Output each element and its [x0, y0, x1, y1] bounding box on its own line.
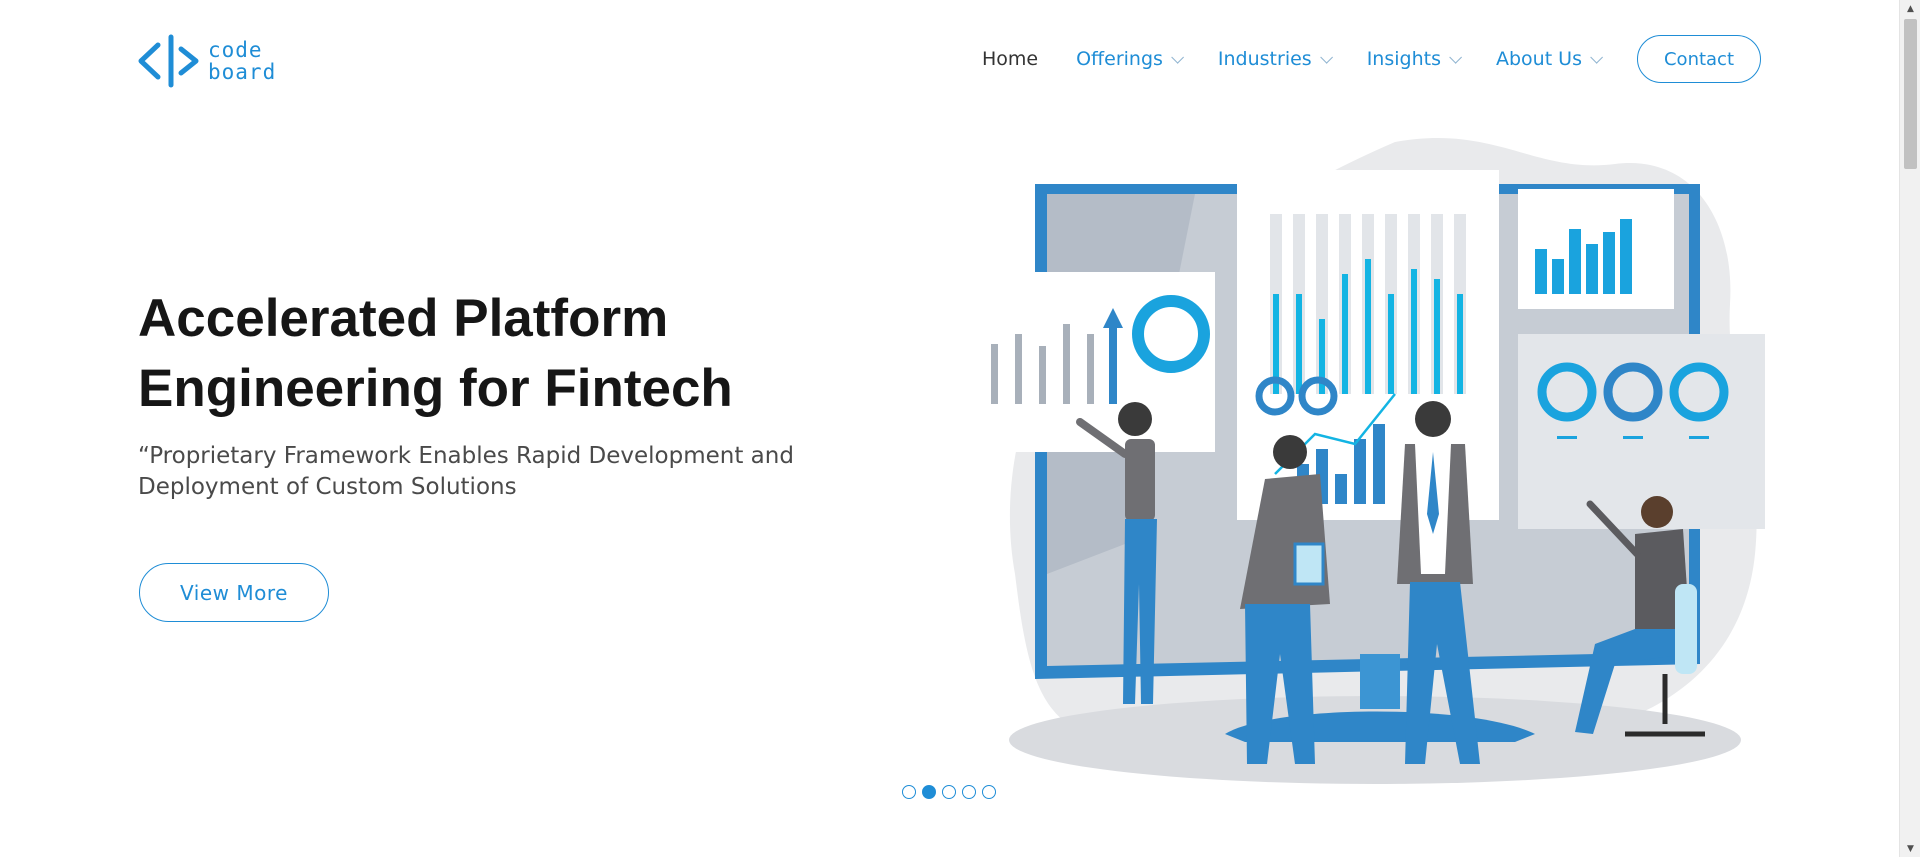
- nav-item-label: Home: [981, 48, 1039, 70]
- chevron-down-icon: [1319, 50, 1333, 64]
- panel-right: [1518, 334, 1765, 529]
- nav-item-label: Offerings: [1076, 48, 1163, 70]
- view-more-button[interactable]: View More: [139, 563, 329, 622]
- hero-illustration: [975, 138, 1765, 784]
- brand-logo-text: code board: [208, 38, 277, 84]
- carousel-dot-4[interactable]: [962, 785, 976, 799]
- main-nav: Home Offerings Industries Insights About…: [982, 35, 1761, 83]
- brand-logo[interactable]: code board: [138, 32, 298, 90]
- chevron-down-icon: [1449, 50, 1462, 64]
- page: code board Home Offerings Industries Ins…: [0, 0, 1899, 857]
- carousel-pagination: [902, 785, 1002, 799]
- panel-left-arrow-bar: [1109, 324, 1117, 404]
- nav-item-home[interactable]: Home: [982, 48, 1038, 70]
- code-brackets-logo-icon: [138, 34, 199, 88]
- monitor-stand: [1360, 654, 1400, 709]
- scroll-down-arrow-icon[interactable]: ▼: [1900, 840, 1920, 857]
- carousel-dot-2[interactable]: [922, 785, 936, 799]
- nav-item-label: Industries: [1217, 48, 1312, 70]
- nav-item-label: About Us: [1495, 48, 1582, 70]
- nav-item-label: Insights: [1366, 48, 1441, 70]
- scroll-up-arrow-icon[interactable]: ▲: [1900, 0, 1920, 17]
- scroll-thumb[interactable]: [1904, 19, 1917, 169]
- carousel-dot-3[interactable]: [942, 785, 956, 799]
- hero-title: Accelerated Platform Engineering for Fin…: [138, 289, 733, 418]
- nav-item-insights[interactable]: Insights: [1366, 48, 1462, 70]
- nav-item-industries[interactable]: Industries: [1217, 48, 1333, 70]
- nav-item-about-us[interactable]: About Us: [1495, 48, 1603, 70]
- page-scrollbar[interactable]: ▲ ▼: [1899, 0, 1920, 857]
- chevron-down-icon: [1590, 50, 1603, 64]
- chevron-down-icon: [1171, 50, 1184, 64]
- hero-subtitle: “Proprietary Framework Enables Rapid Dev…: [138, 443, 794, 500]
- carousel-dot-1[interactable]: [902, 785, 916, 799]
- contact-button[interactable]: Contact: [1637, 35, 1761, 83]
- carousel-dot-5[interactable]: [982, 785, 996, 799]
- nav-item-offerings[interactable]: Offerings: [1076, 48, 1184, 70]
